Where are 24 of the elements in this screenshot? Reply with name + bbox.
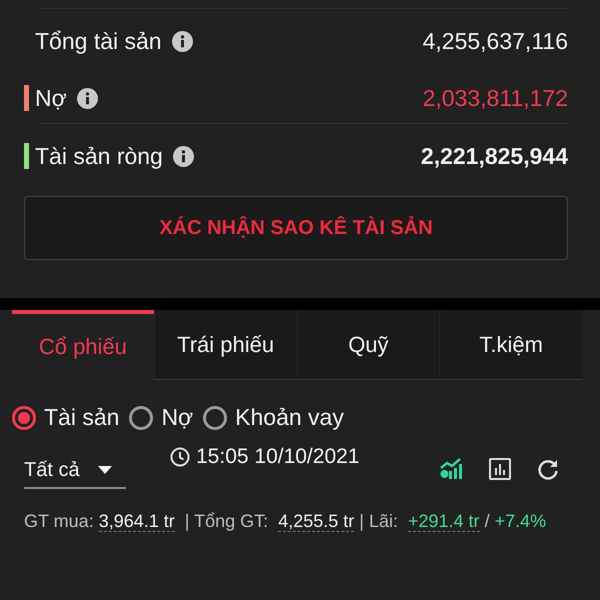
info-icon[interactable] bbox=[76, 88, 98, 108]
clock-icon bbox=[170, 447, 190, 467]
summary-value: 2,221,825,944 bbox=[420, 142, 568, 170]
growth-chart-icon[interactable] bbox=[440, 457, 464, 481]
radio-option[interactable]: Khoản vay bbox=[203, 404, 348, 431]
timestamp: 15:05 10/10/2021 bbox=[196, 445, 360, 469]
radio-option[interactable]: Tài sản bbox=[12, 404, 124, 431]
confirm-button[interactable]: XÁC NHẬN SAO KÊ TÀI SẢN bbox=[24, 196, 568, 260]
summary-label: Nợ bbox=[35, 84, 67, 112]
summary-label: Tổng tài sản bbox=[35, 28, 162, 54]
caret-icon bbox=[98, 466, 112, 474]
info-icon[interactable] bbox=[172, 30, 193, 52]
totals-text: GT mua: 3,964.1 tr | Tổng GT: 4,255.5 tr | Lãi: +291.4 tr / +7.4% bbox=[23, 510, 548, 534]
tab[interactable]: Quỹ bbox=[296, 310, 440, 380]
filter-dropdown[interactable]: Tất cả bbox=[24, 453, 126, 489]
info-icon[interactable] bbox=[172, 146, 194, 166]
summary-value: 4,255,637,116 bbox=[422, 28, 568, 54]
tab[interactable]: T.kiệm bbox=[439, 310, 582, 380]
radio-option[interactable]: Nợ bbox=[129, 404, 198, 431]
summary-value: 2,033,811,172 bbox=[422, 84, 568, 112]
summary-label: Tài sản ròng bbox=[35, 142, 163, 170]
refresh-icon[interactable] bbox=[536, 457, 560, 481]
tab[interactable]: Trái phiếu bbox=[154, 310, 296, 380]
bar-chart-icon[interactable] bbox=[488, 457, 512, 481]
